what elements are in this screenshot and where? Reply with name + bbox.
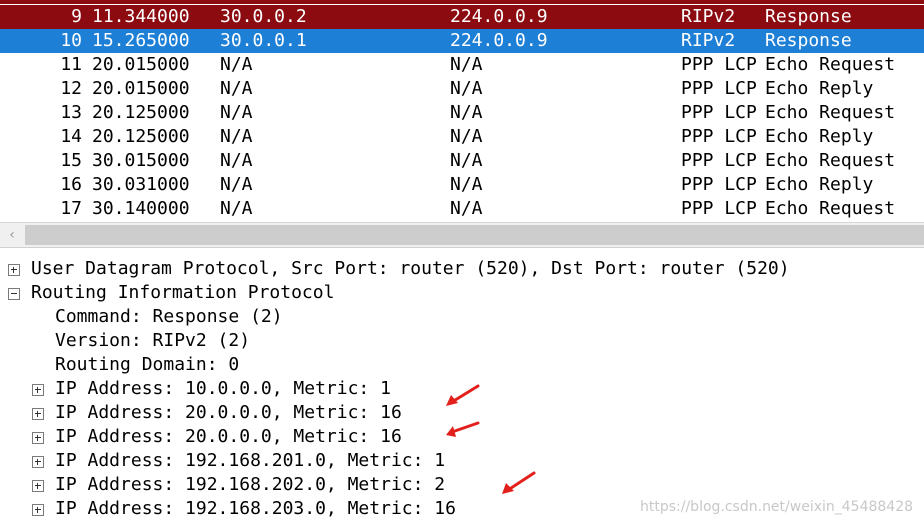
expand-plus-icon[interactable] (32, 480, 44, 492)
packet-time: 15.265000 (92, 30, 190, 51)
packet-protocol: PPP LCP (681, 54, 757, 75)
packet-source: N/A (220, 126, 253, 147)
packet-destination: N/A (450, 54, 483, 75)
packet-protocol: PPP LCP (681, 174, 757, 195)
collapse-minus-icon[interactable] (8, 288, 20, 300)
packet-protocol: PPP LCP (681, 102, 757, 123)
packet-info: Echo Request (765, 102, 896, 123)
packet-no: 9 (71, 6, 82, 27)
packet-time: 20.015000 (92, 54, 190, 75)
rip-entry[interactable]: IP Address: 192.168.202.0, Metric: 2 (55, 473, 445, 497)
packet-time: 11.344000 (92, 6, 190, 27)
packet-destination: N/A (450, 126, 483, 147)
packet-no: 15 (60, 150, 82, 171)
packet-destination: 224.0.0.9 (450, 30, 548, 51)
packet-no: 14 (60, 126, 82, 147)
rip-entry[interactable]: IP Address: 192.168.201.0, Metric: 1 (55, 449, 445, 473)
expand-plus-icon[interactable] (8, 264, 20, 276)
packet-source: N/A (220, 78, 253, 99)
packet-protocol: RIPv2 (681, 6, 736, 27)
watermark: https://blog.csdn.net/weixin_45488428 (640, 499, 914, 515)
scrollbar-thumb[interactable] (25, 225, 924, 245)
scroll-left-icon[interactable]: ‹ (0, 223, 24, 247)
field-routing-domain[interactable]: Routing Domain: 0 (55, 353, 239, 377)
packet-destination: 224.0.0.9 (450, 6, 548, 27)
packet-no: 12 (60, 78, 82, 99)
packet-no: 11 (60, 54, 82, 75)
packet-row-13[interactable]: 13 20.125000 N/A N/A PPP LCP Echo Reques… (0, 101, 924, 125)
packet-info: Response (765, 30, 852, 51)
packet-time: 30.031000 (92, 174, 190, 195)
tree-item-rip[interactable]: Routing Information Protocol (31, 281, 334, 305)
packet-protocol: PPP LCP (681, 150, 757, 171)
packet-destination: N/A (450, 102, 483, 123)
expand-plus-icon[interactable] (32, 504, 44, 516)
packet-info: Echo Reply (765, 78, 874, 99)
packet-time: 20.015000 (92, 78, 190, 99)
packet-info: Echo Reply (765, 126, 874, 147)
expand-plus-icon[interactable] (32, 384, 44, 396)
packet-protocol: PPP LCP (681, 198, 757, 219)
packet-destination: N/A (450, 198, 483, 219)
horizontal-scrollbar[interactable]: ‹ (0, 222, 924, 248)
packet-time: 30.015000 (92, 150, 190, 171)
rip-entry[interactable]: IP Address: 10.0.0.0, Metric: 1 (55, 377, 391, 401)
packet-source: N/A (220, 54, 253, 75)
packet-source: N/A (220, 102, 253, 123)
rip-entry[interactable]: IP Address: 192.168.203.0, Metric: 16 (55, 497, 456, 521)
packet-no: 10 (60, 30, 82, 51)
packet-list: 9 11.344000 30.0.0.2 224.0.0.9 RIPv2 Res… (0, 0, 924, 222)
packet-time: 20.125000 (92, 126, 190, 147)
packet-info: Response (765, 6, 852, 27)
tree-item-udp[interactable]: User Datagram Protocol, Src Port: router… (31, 257, 790, 281)
rip-entry[interactable]: IP Address: 20.0.0.0, Metric: 16 (55, 425, 402, 449)
packet-info: Echo Request (765, 198, 896, 219)
packet-info: Echo Request (765, 54, 896, 75)
packet-destination: N/A (450, 150, 483, 171)
annotation-arrow-icon (502, 471, 536, 494)
packet-no: 17 (60, 198, 82, 219)
field-version[interactable]: Version: RIPv2 (2) (55, 329, 250, 353)
annotation-arrow-icon (446, 384, 480, 406)
packet-row-9[interactable]: 9 11.344000 30.0.0.2 224.0.0.9 RIPv2 Res… (0, 5, 924, 29)
packet-no: 13 (60, 102, 82, 123)
packet-row-17[interactable]: 17 30.140000 N/A N/A PPP LCP Echo Reques… (0, 197, 924, 221)
packet-row-16[interactable]: 16 30.031000 N/A N/A PPP LCP Echo Reply (0, 173, 924, 197)
packet-info: Echo Reply (765, 174, 874, 195)
field-command[interactable]: Command: Response (2) (55, 305, 283, 329)
packet-row-11[interactable]: 11 20.015000 N/A N/A PPP LCP Echo Reques… (0, 53, 924, 77)
packet-row-12[interactable]: 12 20.015000 N/A N/A PPP LCP Echo Reply (0, 77, 924, 101)
expand-plus-icon[interactable] (32, 408, 44, 420)
packet-destination: N/A (450, 174, 483, 195)
packet-row-14[interactable]: 14 20.125000 N/A N/A PPP LCP Echo Reply (0, 125, 924, 149)
packet-row-10[interactable]: 10 15.265000 30.0.0.1 224.0.0.9 RIPv2 Re… (0, 29, 924, 53)
annotation-arrow-icon (446, 421, 480, 437)
packet-protocol: PPP LCP (681, 126, 757, 147)
packet-info: Echo Request (765, 150, 896, 171)
expand-plus-icon[interactable] (32, 456, 44, 468)
previous-row-clipped (0, 0, 924, 4)
packet-source: N/A (220, 174, 253, 195)
rip-entry[interactable]: IP Address: 20.0.0.0, Metric: 16 (55, 401, 402, 425)
packet-protocol: RIPv2 (681, 30, 736, 51)
expand-plus-icon[interactable] (32, 432, 44, 444)
packet-time: 30.140000 (92, 198, 190, 219)
packet-row-15[interactable]: 15 30.015000 N/A N/A PPP LCP Echo Reques… (0, 149, 924, 173)
packet-protocol: PPP LCP (681, 78, 757, 99)
packet-source: N/A (220, 198, 253, 219)
packet-source: 30.0.0.2 (220, 6, 307, 27)
packet-time: 20.125000 (92, 102, 190, 123)
packet-source: N/A (220, 150, 253, 171)
packet-destination: N/A (450, 78, 483, 99)
packet-no: 16 (60, 174, 82, 195)
packet-source: 30.0.0.1 (220, 30, 307, 51)
